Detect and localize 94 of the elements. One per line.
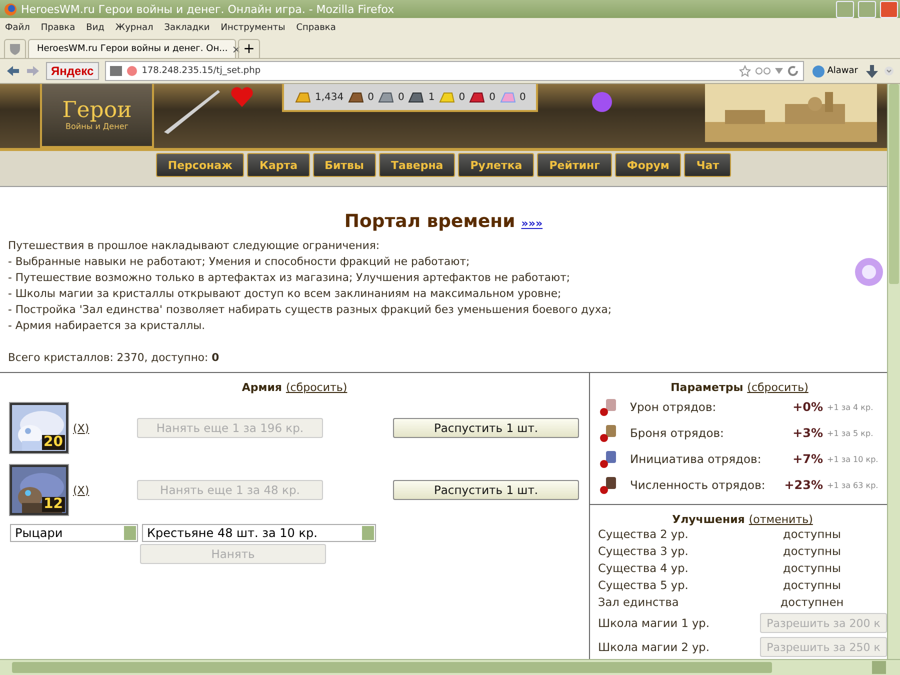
upgrade-label: Существа 2 ур.: [598, 528, 690, 541]
menu-item[interactable]: Справка: [293, 22, 344, 32]
nav-button[interactable]: Таверна: [378, 153, 456, 177]
back-icon[interactable]: [6, 65, 20, 77]
info-text: - Армия набирается за кристаллы.: [8, 318, 206, 334]
new-tab-button[interactable]: +: [238, 39, 260, 58]
parameter-label: Броня отрядов:: [630, 426, 725, 440]
section-title: Улучшения: [672, 513, 745, 526]
upgrade-label: Существа 4 ур.: [598, 562, 690, 575]
upgrade-cost[interactable]: +1 за 10 кр.: [827, 454, 878, 464]
upgrade-label: Школа магии 1 ур.: [598, 616, 710, 630]
info-text: Путешествия в прошлое накладывают следующие ограничения:: [8, 238, 381, 254]
forward-icon[interactable]: [26, 65, 40, 77]
remove-link[interactable]: (X): [73, 484, 137, 496]
resource-amount: 1: [428, 92, 435, 102]
upgrade-status: доступны: [782, 579, 842, 592]
resource-amount: 1,434: [315, 92, 344, 102]
pinned-tab[interactable]: [4, 39, 26, 58]
horizontal-scrollbar[interactable]: [0, 659, 900, 675]
download-icon[interactable]: [866, 64, 878, 78]
upgrade-status: доступны: [782, 528, 842, 541]
unit-count: 20: [42, 435, 65, 450]
alawar-button[interactable]: Alawar: [810, 64, 860, 78]
heart-icon[interactable]: [230, 86, 254, 108]
nav-button[interactable]: Битвы: [312, 153, 376, 177]
upgrade-cost[interactable]: +1 за 5 кр.: [827, 428, 874, 438]
menu-item[interactable]: Файл: [2, 22, 38, 32]
upgrade-status: доступны: [782, 545, 842, 558]
menu-item[interactable]: Инструменты: [218, 22, 294, 32]
menu-item[interactable]: Вид: [83, 22, 112, 32]
reset-link[interactable]: (сбросить): [286, 381, 348, 394]
glasses-icon[interactable]: [755, 66, 772, 76]
window-title: HeroesWM.ru Герои войны и денег. Онлайн игра. - Mozilla Firefox: [21, 2, 396, 16]
nav-button[interactable]: Рулетка: [458, 153, 534, 177]
nav-button[interactable]: Персонаж: [156, 153, 244, 177]
resource-amount: 0: [489, 92, 496, 102]
parameter-value: +3%: [792, 426, 823, 440]
nav-button[interactable]: Карта: [247, 153, 310, 177]
parameter-label: Инициатива отрядов:: [630, 452, 762, 466]
section-title: Параметры: [670, 381, 744, 394]
upgrade-status: доступнен: [779, 596, 845, 609]
faction-select[interactable]: Рыцари: [10, 524, 138, 542]
dismiss-button[interactable]: Распустить 1 шт.: [393, 480, 579, 500]
info-text: - Путешествие возможно только в артефактах из магазина; Улучшения артефактов не работают;: [8, 270, 572, 286]
maximize-button[interactable]: [858, 0, 876, 18]
minimize-button[interactable]: [836, 0, 854, 18]
cancel-link[interactable]: (отменить): [748, 513, 813, 526]
parameter-value: +23%: [783, 478, 823, 492]
close-button[interactable]: [880, 0, 898, 18]
nav-button[interactable]: Чат: [684, 153, 732, 177]
ingot-icon: [294, 90, 312, 104]
address-field[interactable]: 178.248.235.15/tj_set.php: [104, 61, 804, 81]
vertical-scrollbar[interactable]: [887, 84, 900, 659]
resource-amount: 0: [368, 92, 374, 102]
search-brand[interactable]: Яндекс: [46, 62, 99, 80]
upgrade-label: Школа магии 2 ур.: [598, 640, 710, 654]
shield-icon: [9, 43, 21, 55]
parameter-label: Урон отрядов:: [630, 400, 718, 414]
nav-button[interactable]: Форум: [614, 153, 682, 177]
dismiss-button[interactable]: Распустить 1 шт.: [393, 418, 579, 438]
info-text: - Выбранные навыки не работают; Умения и способности фракций не работают;: [8, 254, 471, 270]
info-text: - Школы магии за кристаллы открывают доступ ко всем заклинаниям на максимальном уровне;: [8, 286, 562, 302]
upgrade-cost[interactable]: +1 за 63 кр.: [827, 480, 878, 490]
section-title: Армия: [242, 381, 282, 394]
resource-amount: 0: [458, 92, 466, 102]
unit-select[interactable]: Крестьяне 48 шт. за 10 кр.: [142, 524, 376, 542]
menu-item[interactable]: Закладки: [161, 22, 218, 32]
unit-count: 12: [42, 497, 65, 512]
parameter-value: +7%: [792, 452, 823, 466]
upgrade-status: доступны: [782, 562, 842, 575]
tab-title: HeroesWM.ru Герои войны и денег. Он...: [37, 44, 228, 54]
upgrade-label: Существа 3 ур.: [598, 545, 690, 558]
info-text: - Постройка 'Зал единства' позволяет набирать существ разных фракций без уменьшения боевого духа;: [8, 302, 612, 318]
upgrade-cost[interactable]: +1 за 4 кр.: [827, 402, 874, 412]
resource-amount: 0: [398, 92, 404, 102]
page-title: Портал времени: [344, 211, 516, 232]
parameter-label: Численность отрядов:: [630, 478, 765, 492]
nav-button[interactable]: Рейтинг: [537, 153, 612, 177]
parameter-value: +0%: [792, 400, 823, 414]
upgrade-label: Зал единства: [598, 596, 680, 609]
resource-amount: 0: [520, 92, 526, 102]
menu-item[interactable]: Правка: [38, 22, 84, 32]
upgrade-label: Существа 5 ур.: [598, 579, 690, 592]
menu-icon[interactable]: [884, 66, 894, 76]
title-link[interactable]: »»»: [521, 217, 543, 230]
reset-link[interactable]: (сбросить): [747, 381, 808, 394]
crystal-total: Всего кристаллов: 2370, доступно: 0: [8, 350, 220, 366]
star-icon[interactable]: [739, 65, 752, 77]
dropdown-icon[interactable]: [775, 68, 784, 74]
menu-item[interactable]: Журнал: [112, 22, 162, 32]
game-logo[interactable]: Герои Войны и Денег: [40, 84, 154, 148]
browser-logo-icon: [4, 2, 17, 16]
remove-link[interactable]: (X): [73, 422, 137, 434]
reload-icon[interactable]: [787, 65, 800, 77]
